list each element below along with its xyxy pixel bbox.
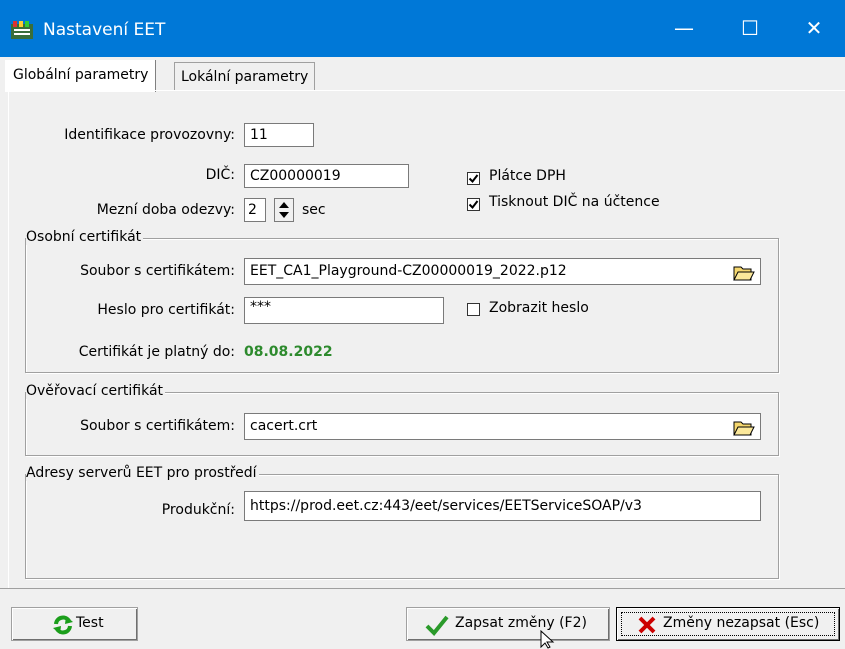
separator	[0, 588, 845, 589]
minimize-button[interactable]: —	[651, 0, 717, 57]
zobrazit-heslo-checkbox[interactable]	[467, 303, 480, 316]
overovaci-file-label: Soubor s certifikátem:	[80, 418, 235, 434]
provozovna-input[interactable]: 11	[244, 123, 314, 147]
refresh-icon	[53, 615, 73, 635]
osobni-certifikat-title: Osobní certifikát	[26, 229, 144, 245]
tisk-dic-label: Tisknout DIČ na účtence	[489, 194, 660, 210]
osobni-file-label: Soubor s certifikátem:	[80, 263, 235, 279]
tisk-dic-checkbox[interactable]	[467, 198, 480, 211]
produkcni-input[interactable]: https://prod.eet.cz:443/eet/services/EET…	[244, 491, 761, 521]
tab-lokalni-parametry[interactable]: Lokální parametry	[174, 62, 316, 91]
platnost-value: 08.08.2022	[244, 344, 333, 360]
tab-globalni-parametry[interactable]: Globální parametry	[6, 60, 156, 92]
dic-input[interactable]: CZ00000019	[244, 164, 409, 188]
test-button-label: Test	[76, 615, 104, 631]
save-button-label: Zapsat změny (F2)	[455, 615, 587, 631]
osobni-file-input[interactable]: EET_CA1_Playground-CZ00000019_2022.p12	[244, 258, 761, 285]
spinner-arrows-icon	[279, 202, 289, 218]
heslo-input[interactable]: ***	[244, 297, 444, 324]
dic-label: DIČ:	[205, 167, 235, 183]
timeout-unit: sec	[302, 202, 326, 218]
folder-open-icon[interactable]	[733, 262, 755, 282]
platce-dph-label: Plátce DPH	[489, 168, 566, 184]
checkmark-icon	[468, 174, 479, 184]
test-button[interactable]: Test	[11, 607, 138, 641]
heslo-label: Heslo pro certifikát:	[97, 302, 235, 318]
title-bar: Nastavení EET — ☐ ✕	[0, 0, 845, 57]
window-title: Nastavení EET	[43, 20, 166, 40]
cancel-button-label: Změny nezapsat (Esc)	[663, 615, 820, 631]
servery-group: Adresy serverů EET pro prostředí	[25, 465, 779, 579]
x-icon	[638, 616, 656, 634]
platnost-label: Certifikát je platný do:	[78, 344, 235, 360]
overovaci-file-input[interactable]: cacert.crt	[244, 413, 761, 440]
timeout-input[interactable]: 2	[244, 198, 266, 222]
overovaci-certifikat-title: Ověřovací certifikát	[26, 383, 166, 399]
platce-dph-checkbox[interactable]	[467, 172, 480, 185]
produkcni-label: Produkční:	[161, 502, 235, 518]
eet-app-icon	[11, 21, 33, 39]
cancel-button[interactable]: Změny nezapsat (Esc)	[616, 607, 840, 641]
zobrazit-heslo-label: Zobrazit heslo	[489, 300, 589, 316]
checkmark-icon	[468, 200, 479, 210]
provozovna-label: Identifikace provozovny:	[64, 127, 235, 143]
servery-title: Adresy serverů EET pro prostředí	[26, 465, 259, 481]
mouse-cursor-icon	[540, 630, 555, 649]
close-button[interactable]: ✕	[783, 0, 845, 57]
maximize-button[interactable]: ☐	[717, 0, 783, 57]
folder-open-icon[interactable]	[733, 417, 755, 437]
timeout-spinner[interactable]	[274, 198, 294, 222]
checkmark-icon	[425, 615, 449, 636]
timeout-label: Mezní doba odezvy:	[96, 202, 235, 218]
save-button[interactable]: Zapsat změny (F2)	[406, 607, 610, 641]
